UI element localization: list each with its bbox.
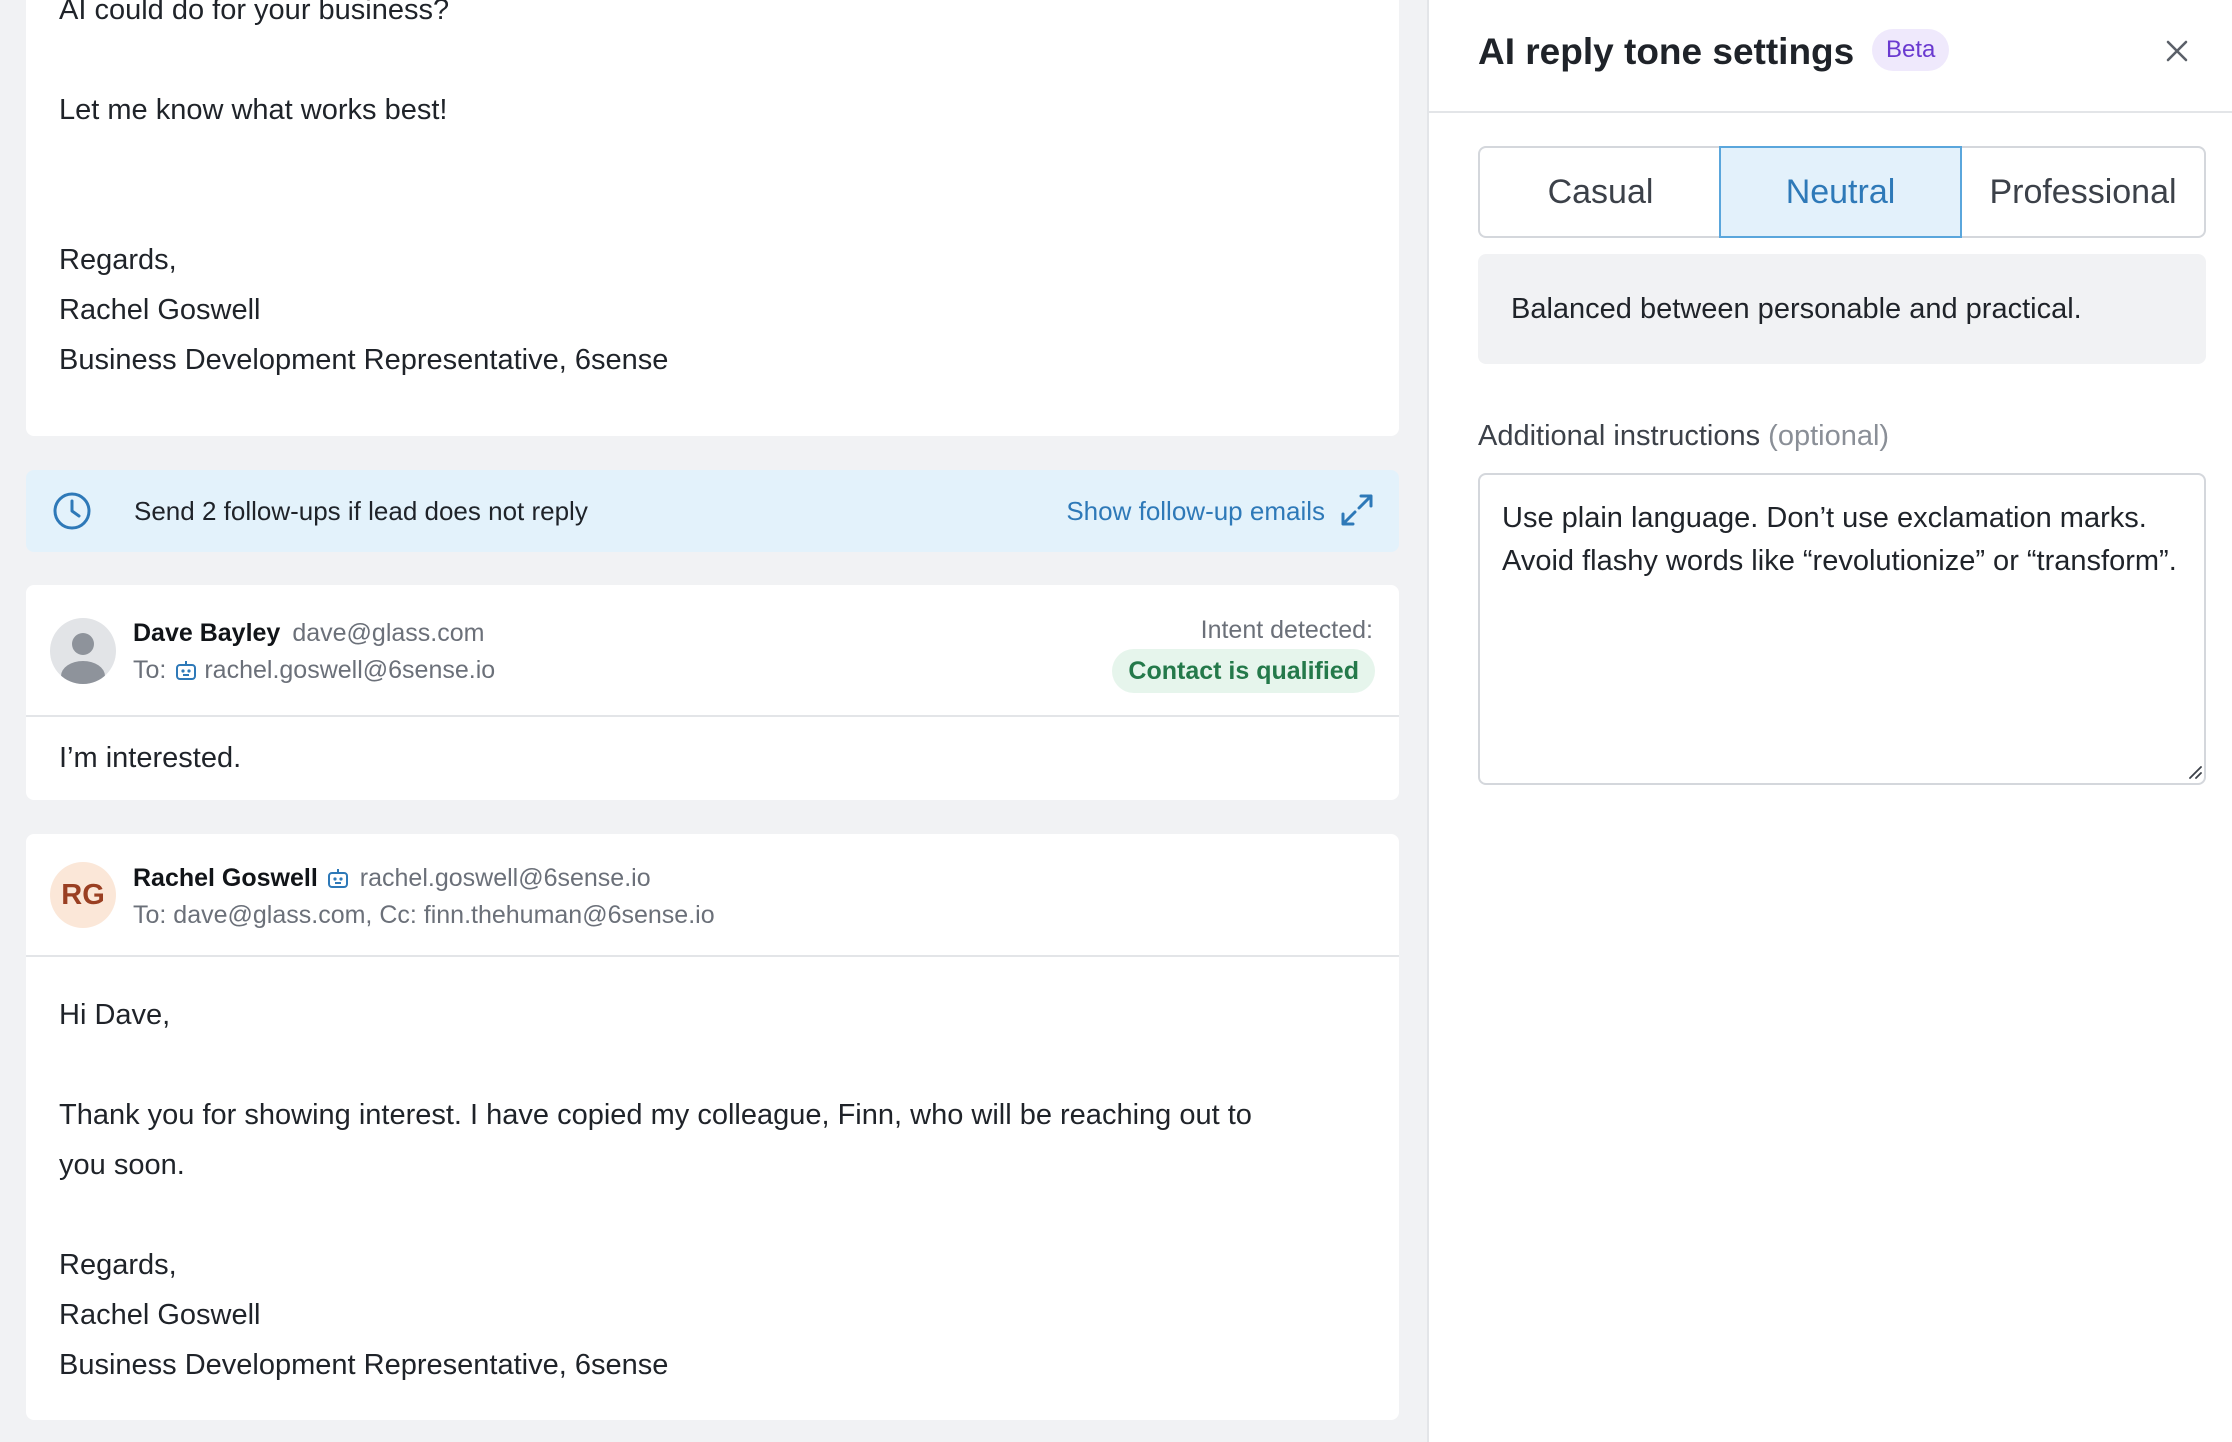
body-line: Hi Dave, [59,999,171,1031]
sender-line: Rachel Goswell rachel.goswell@6sense.io [133,861,651,895]
body-line: Regards, [59,1249,177,1281]
show-followup-emails-link[interactable]: Show follow-up emails [1066,494,1325,528]
to-prefix: To: [133,656,167,684]
panel-title: AI reply tone settings [1478,31,1855,72]
body-line: Business Development Representative, 6se… [59,1349,669,1381]
message-header: Dave Bayley dave@glass.com To: rachel.gos… [26,585,1399,717]
robot-icon [176,661,197,680]
sender-name: Dave Bayley [133,619,281,647]
outbound-message-card: AI could do for your business? Let me kn… [26,0,1399,436]
sender-name: Rachel Goswell [133,864,318,892]
body-line [59,35,668,85]
ai-response-card: RG Rachel Goswell rachel.goswell@6sense.… [26,834,1399,1420]
message-body: AI could do for your business? Let me kn… [59,0,668,385]
optional-hint: (optional) [1768,420,1890,452]
tone-casual-button[interactable]: Casual [1478,146,1721,238]
avatar: RG [50,862,116,928]
sender-line: Dave Bayley dave@glass.com [133,616,484,650]
recipient-line: To: rachel.goswell@6sense.io [133,653,495,687]
body-line: I’m interested. [59,742,242,774]
body-line: Regards, [59,244,177,276]
sender-email: rachel.goswell@6sense.io [359,864,651,892]
panel-header: AI reply tone settings Beta [1429,0,2232,113]
inbound-reply-card: Dave Bayley dave@glass.com To: rachel.gos… [26,585,1399,800]
email-thread: AI could do for your business? Let me kn… [0,0,1427,1442]
close-icon[interactable] [2162,36,2192,66]
app: AI could do for your business? Let me kn… [0,0,2232,1442]
tone-professional-button[interactable]: Professional [1962,146,2206,238]
avatar [50,618,116,684]
message-body: Hi Dave, Thank you for showing interest.… [59,990,1252,1390]
tone-description: Balanced between personable and practica… [1478,254,2206,364]
body-line: you soon. [59,1149,185,1181]
robot-icon [327,869,348,888]
person-icon [61,633,105,684]
body-line [59,1040,1252,1090]
body-line: Rachel Goswell [59,294,261,326]
instructions-label-text: Additional instructions [1478,420,1761,452]
body-line [59,185,668,235]
followup-banner: Send 2 follow-ups if lead does not reply… [26,470,1399,552]
followup-text: Send 2 follow-ups if lead does not reply [134,496,588,526]
intent-badge: Contact is qualified [1112,649,1375,693]
body-line: AI could do for your business? [59,0,450,26]
tone-settings-panel: AI reply tone settings Beta Casual Neutr… [1427,0,2232,1442]
sender-email: dave@glass.com [292,619,485,647]
resize-handle-icon[interactable] [2186,763,2202,779]
body-line: Thank you for showing interest. I have c… [59,1099,1252,1131]
to-email: rachel.goswell@6sense.io [204,656,496,684]
body-line: Rachel Goswell [59,1299,261,1331]
expand-icon[interactable] [1339,492,1375,528]
clock-icon [53,492,91,530]
tone-neutral-button[interactable]: Neutral [1719,146,1962,238]
intent-label: Intent detected: [1200,616,1373,644]
body-line: Let me know what works best! [59,94,448,126]
message-body: I’m interested. [59,733,241,783]
instructions-label: Additional instructions (optional) [1478,418,1889,454]
message-header: RG Rachel Goswell rachel.goswell@6sense.… [26,834,1399,957]
recipient-line: To: dave@glass.com, Cc: finn.thehuman@6s… [133,901,715,929]
body-line [59,135,668,185]
body-line [59,1190,1252,1240]
beta-badge: Beta [1872,29,1950,71]
body-line: Business Development Representative, 6se… [59,344,669,376]
tone-selector: Casual Neutral Professional [1478,146,2206,238]
instructions-textarea[interactable]: Use plain language. Don’t use exclamatio… [1478,473,2206,785]
